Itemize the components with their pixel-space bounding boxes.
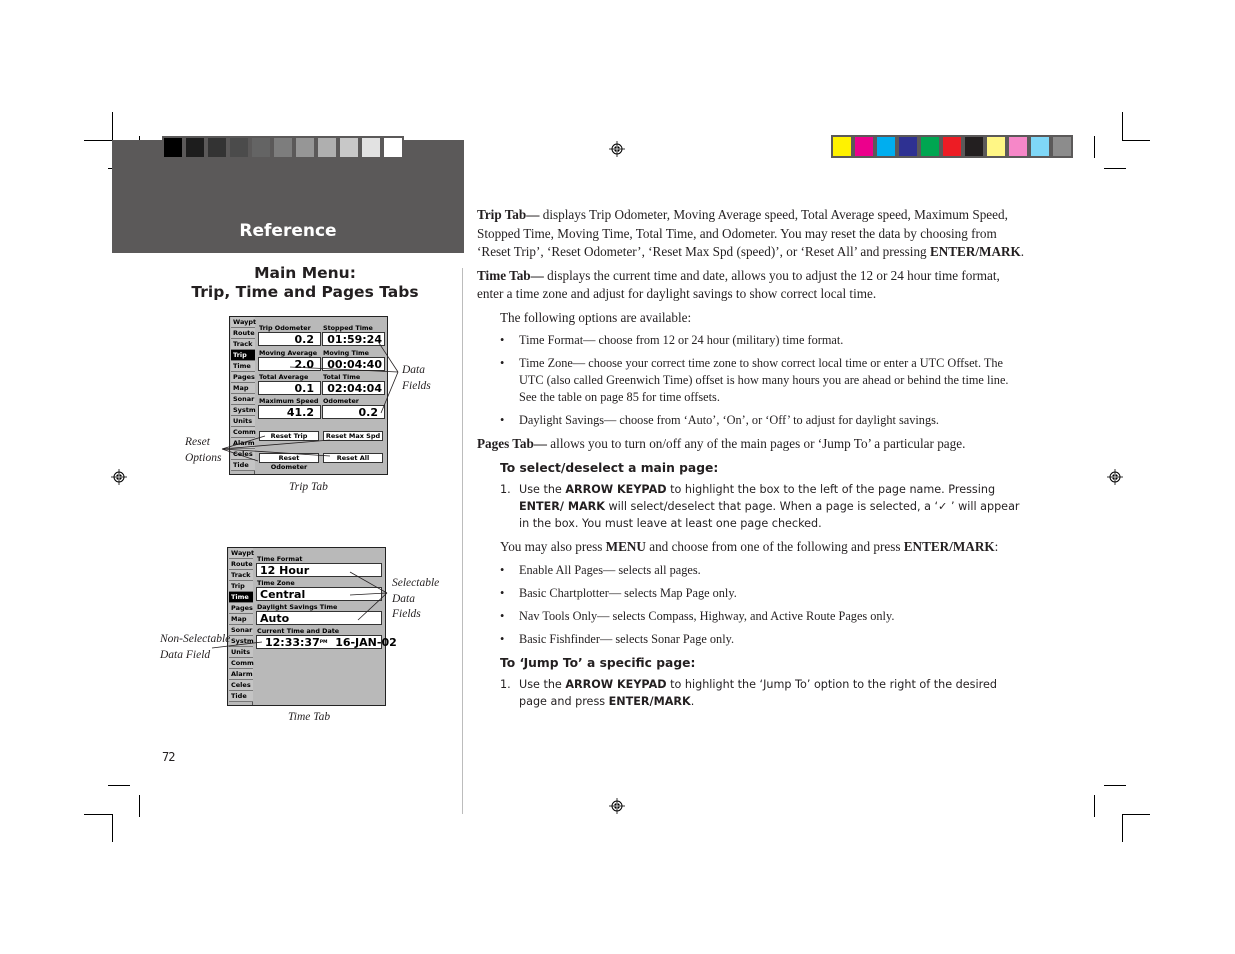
time-tab-paragraph: Time Tab— displays the current time and … <box>477 267 1025 304</box>
paragraph-text: : <box>994 539 999 554</box>
body-text-column: Trip Tab— displays Trip Odometer, Moving… <box>477 206 1025 716</box>
step-text: Use the <box>519 483 566 496</box>
step-text: to highlight the box to the left of the … <box>666 483 996 496</box>
list-item: Basic Chartplotter— selects Map Page onl… <box>500 585 1025 602</box>
key-name: ENTER/MARK <box>903 539 995 554</box>
step-text: . <box>690 695 695 708</box>
callout-line <box>349 592 388 596</box>
jump-to-heading: To ‘Jump To’ a specific page: <box>500 655 696 670</box>
list-item: Enable All Pages— selects all pages. <box>500 562 1025 579</box>
key-name: ENTER/MARK <box>929 244 1021 259</box>
key-name: MENU <box>605 539 646 554</box>
select-step: 1. Use the ARROW KEYPAD to highlight the … <box>500 481 1025 532</box>
list-item: Time Zone— choose your correct time zone… <box>500 355 1025 406</box>
paragraph-text: allows you to turn on/off any of the mai… <box>547 436 966 451</box>
step-number: 1. <box>500 483 511 496</box>
callout-line <box>349 571 388 594</box>
key-name: ENTER/MARK <box>608 695 691 708</box>
paragraph-text: displays Trip Odometer, Moving Average s… <box>477 207 1008 259</box>
menu-options-list: Enable All Pages— selects all pages. Bas… <box>500 562 1025 648</box>
menu-paragraph: You may also press MENU and choose from … <box>477 538 1025 557</box>
trip-tab-paragraph: Trip Tab— displays Trip Odometer, Moving… <box>477 206 1025 262</box>
callout-line <box>357 592 388 621</box>
paragraph-text: displays the current time and date, allo… <box>477 267 1000 302</box>
key-name: ARROW KEYPAD <box>565 678 667 691</box>
step-text: Use the <box>519 678 566 691</box>
callout-line <box>289 366 399 373</box>
time-options-list: Time Format— choose from 12 or 24 hour (… <box>500 332 1025 429</box>
callout-line <box>221 448 331 457</box>
key-name: ARROW KEYPAD <box>565 483 667 496</box>
jump-step: 1. Use the ARROW KEYPAD to highlight the … <box>500 676 1025 710</box>
list-item: Daylight Savings— choose from ‘Auto’, ‘O… <box>500 412 1025 429</box>
options-intro: The following options are available: <box>500 309 692 325</box>
step-number: 1. <box>500 678 511 691</box>
paragraph-text: You may also press <box>500 539 606 554</box>
page-number: 72 <box>162 750 175 764</box>
list-item: Time Format— choose from 12 or 24 hour (… <box>500 332 1025 349</box>
key-name: ENTER/ MARK <box>519 500 605 513</box>
trip-tab-lead: Trip Tab— <box>477 207 540 222</box>
paragraph-text: and choose from one of the following and… <box>645 539 904 554</box>
select-deselect-heading: To select/deselect a main page: <box>500 460 719 475</box>
time-tab-lead: Time Tab— <box>477 267 544 283</box>
pages-tab-lead: Pages Tab— <box>477 436 547 451</box>
paragraph-text: . <box>1020 244 1025 259</box>
callout-line <box>378 342 399 373</box>
pages-tab-paragraph: Pages Tab— allows you to turn on/off any… <box>477 435 1025 454</box>
callout-line <box>380 371 399 414</box>
list-item: Nav Tools Only— selects Compass, Highway… <box>500 608 1025 625</box>
list-item: Basic Fishfinder— selects Sonar Page onl… <box>500 631 1025 648</box>
callout-line <box>211 641 263 649</box>
